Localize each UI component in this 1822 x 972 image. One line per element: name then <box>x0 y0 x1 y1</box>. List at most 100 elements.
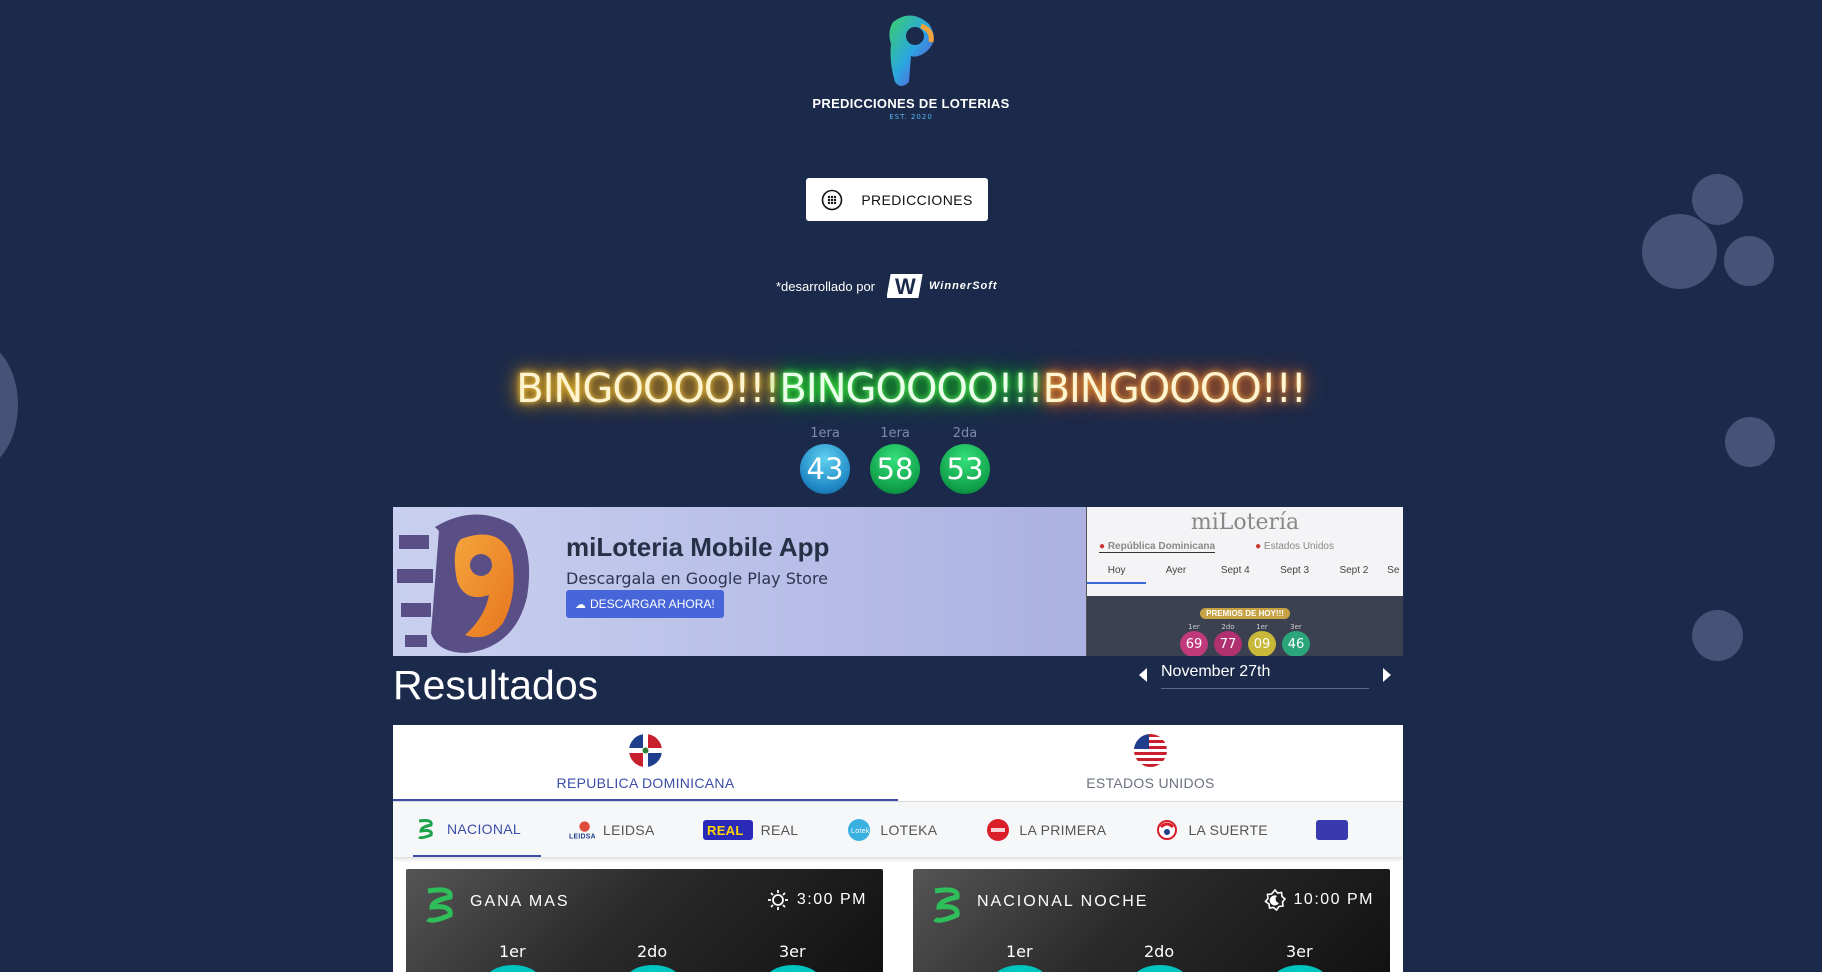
preview-ball-label: 3er <box>1290 623 1302 631</box>
result-ball <box>993 965 1047 972</box>
draw-card-nacional-noche[interactable]: NACIONAL NOCHE 10:00 PM 1er 2do 3er <box>913 869 1390 972</box>
app-promo-banner: miLoteria Mobile App Descargala en Googl… <box>393 507 1403 656</box>
tab-leidsa[interactable]: LEIDSA LEIDSA <box>569 802 675 857</box>
predicciones-label: PREDICCIONES <box>861 191 973 208</box>
tab-real[interactable]: REAL REAL <box>702 802 819 857</box>
preview-ball: 2do 77 <box>1214 623 1242 656</box>
tab-label: LA SUERTE <box>1188 821 1268 838</box>
tab-la-primera[interactable]: LA PRIMERA <box>985 802 1126 857</box>
predicciones-button[interactable]: PREDICCIONES <box>806 178 988 221</box>
la-primera-icon <box>985 818 1011 842</box>
decor-bubble <box>1642 214 1717 289</box>
result-ball <box>486 965 540 972</box>
decor-bubble <box>1724 236 1774 286</box>
app-preview-screenshot: miLotería ● República Dominicana ● Estad… <box>1086 507 1403 656</box>
tab-label: NACIONAL <box>447 820 521 837</box>
decor-bubble <box>1725 417 1775 467</box>
loto-real-icon: REAL <box>702 818 753 842</box>
winning-ball: 1era 43 <box>800 426 850 494</box>
result-ball <box>626 965 680 972</box>
tab-label: LOTEKA <box>880 821 938 838</box>
preview-day: Sept 4 <box>1220 565 1250 576</box>
position-label: 2do <box>1144 942 1175 961</box>
draw-time-label: 10:00 PM <box>1293 891 1374 908</box>
preview-day-tabs: Hoy Ayer Sept 4 Sept 3 Sept 2 Se <box>1087 565 1403 584</box>
previous-date-arrow-icon[interactable] <box>1139 668 1147 682</box>
tab-la-suerte[interactable]: LA SUERTE <box>1154 802 1287 857</box>
ball-position-label: 2da <box>952 426 978 441</box>
decor-bubble <box>1692 610 1743 661</box>
date-picker-input[interactable]: November 27th <box>1161 663 1369 689</box>
position-label: 1er <box>499 942 526 961</box>
ball-position-label: 1era <box>880 426 910 441</box>
tab-label: LEIDSA <box>602 821 655 838</box>
preview-ball-number: 09 <box>1248 631 1276 656</box>
bingo-banner: BINGOOOO!!!BINGOOOO!!!BINGOOOO!!! <box>0 366 1822 412</box>
svg-text:REAL: REAL <box>707 823 744 838</box>
preview-day: Ayer <box>1165 565 1187 576</box>
dial-icon <box>822 189 843 210</box>
developer-credit: *desarrollado por W WinnerSoft <box>776 272 998 300</box>
preview-country-active-label: República Dominicana <box>1107 541 1216 552</box>
draw-cards: GANA MAS 3:00 PM 1er 2do 3er NACIONAL NO… <box>406 869 1390 972</box>
ball-number: 53 <box>940 444 990 494</box>
ball-number: 43 <box>800 444 850 494</box>
quiniela-icon <box>1315 818 1348 842</box>
download-now-button[interactable]: ☁ DESCARGAR AHORA! <box>566 590 724 618</box>
preview-ball: 1er 09 <box>1248 623 1276 656</box>
tab-republica-dominicana[interactable]: REPUBLICA DOMINICANA <box>393 725 898 801</box>
bingo-text-2: BINGOOOO!!! <box>779 366 1043 412</box>
winnersoft-logo[interactable]: W WinnerSoft <box>887 272 998 300</box>
result-ball <box>1273 965 1327 972</box>
bingo-text-1: BINGOOOO!!! <box>516 366 780 412</box>
date-navigator: November 27th <box>1135 660 1395 690</box>
tab-label: LA PRIMERA <box>1019 821 1107 838</box>
brand-logo[interactable]: PREDICCIONES DE LOTERIAS EST. 2020 <box>0 12 1822 121</box>
preview-ball-label: 2do <box>1221 623 1235 631</box>
position-label: 1er <box>1006 942 1033 961</box>
preview-ball-label: 1er <box>1188 623 1200 631</box>
tab-label: REPUBLICA DOMINICANA <box>556 775 735 791</box>
svg-text:LEIDSA: LEIDSA <box>569 833 595 840</box>
nacional-icon <box>413 817 439 841</box>
preview-brand: miLotería <box>1190 510 1300 535</box>
country-tabs: REPUBLICA DOMINICANA ESTADOS UNIDOS <box>393 725 1403 802</box>
app-banner-subtitle: Descargala en Google Play Store <box>566 569 829 588</box>
result-ball <box>1133 965 1187 972</box>
download-button-label: DESCARGAR AHORA! <box>590 597 715 611</box>
preview-day: Sept 2 <box>1339 565 1369 576</box>
winning-ball: 1era 58 <box>870 426 920 494</box>
draw-name: GANA MAS <box>470 893 570 910</box>
leidsa-icon: LEIDSA <box>569 818 595 842</box>
draw-time: 3:00 PM <box>767 889 867 911</box>
preview-day: Sept 3 <box>1280 565 1310 576</box>
winning-numbers: 1era 43 1era 58 2da 53 <box>800 426 990 494</box>
tab-estados-unidos[interactable]: ESTADOS UNIDOS <box>898 725 1403 801</box>
winnersoft-w-icon: W <box>887 274 923 299</box>
cloud-download-icon: ☁ <box>575 598 586 611</box>
position-label: 3er <box>779 942 806 961</box>
miloteria-app-icon <box>397 514 530 653</box>
bingo-text-3: BINGOOOO!!! <box>1042 366 1307 412</box>
developer-prefix: *desarrollado por <box>776 278 876 294</box>
preview-ball: 3er 46 <box>1282 623 1310 656</box>
draw-card-gana-mas[interactable]: GANA MAS 3:00 PM 1er 2do 3er <box>406 869 883 972</box>
svg-text:W: W <box>895 274 916 299</box>
result-ball <box>766 965 820 972</box>
tab-more-overflow[interactable] <box>1315 802 1348 857</box>
position-label: 3er <box>1286 942 1313 961</box>
next-date-arrow-icon[interactable] <box>1383 668 1391 682</box>
preview-balls: 1er 69 2do 77 1er 09 3er 46 <box>1087 623 1403 656</box>
results-panel: REPUBLICA DOMINICANA ESTADOS UNIDOS NACI… <box>393 725 1403 972</box>
preview-ball-number: 77 <box>1214 631 1242 656</box>
preview-day: Hoy <box>1087 565 1147 584</box>
app-banner-title: miLoteria Mobile App <box>566 532 830 562</box>
nacional-icon <box>420 883 460 931</box>
tab-nacional[interactable]: NACIONAL <box>413 802 541 857</box>
sun-icon <box>767 890 788 910</box>
dominican-flag-icon <box>629 734 662 767</box>
preview-ball: 1er 69 <box>1180 623 1208 656</box>
preview-day: Se <box>1387 565 1400 576</box>
tab-loteka[interactable]: Loteka LOTEKA <box>846 802 957 857</box>
winnersoft-name: WinnerSoft <box>929 280 998 292</box>
